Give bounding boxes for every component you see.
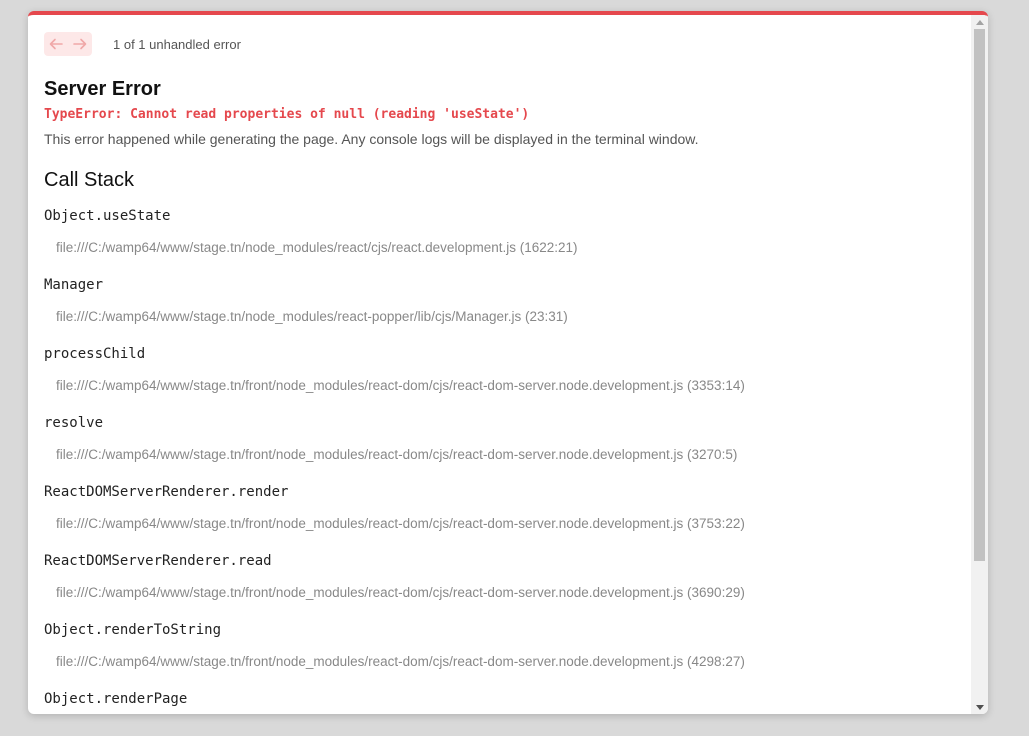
frame-file-link[interactable]: file:///C:/wamp64/www/stage.tn/front/nod… (56, 516, 745, 531)
vertical-scrollbar[interactable] (971, 15, 988, 714)
call-stack-frame: Object.renderPage (44, 691, 970, 714)
call-stack-list: Object.useState file:///C:/wamp64/www/st… (44, 208, 970, 714)
error-dialog: 1 of 1 unhandled error Server Error Type… (28, 11, 988, 714)
call-stack-title: Call Stack (44, 169, 135, 191)
scroll-down-button[interactable] (971, 700, 988, 714)
scrollbar-thumb[interactable] (974, 29, 985, 561)
frame-function: Object.useState (44, 208, 171, 224)
frame-function: processChild (44, 346, 146, 362)
frame-function: Manager (44, 277, 104, 293)
frame-file-link[interactable]: file:///C:/wamp64/www/stage.tn/front/nod… (56, 378, 745, 393)
frame-file-link[interactable]: file:///C:/wamp64/www/stage.tn/front/nod… (56, 585, 745, 600)
next-error-button[interactable] (68, 32, 92, 56)
error-navigation: 1 of 1 unhandled error (44, 32, 241, 56)
call-stack-frame: Object.useState file:///C:/wamp64/www/st… (44, 208, 970, 277)
frame-function: ReactDOMServerRenderer.read (44, 553, 272, 569)
error-title: Server Error (44, 78, 161, 100)
frame-file-link[interactable]: file:///C:/wamp64/www/stage.tn/front/nod… (56, 654, 745, 669)
error-message: TypeError: Cannot read properties of nul… (44, 107, 530, 122)
error-count: 1 of 1 unhandled error (113, 36, 241, 52)
call-stack-frame: ReactDOMServerRenderer.read file:///C:/w… (44, 553, 970, 622)
frame-function: Object.renderPage (44, 691, 188, 707)
triangle-down-icon (975, 704, 984, 710)
frame-function: ReactDOMServerRenderer.render (44, 484, 289, 500)
error-description: This error happened while generating the… (44, 131, 699, 147)
frame-file-link[interactable]: file:///C:/wamp64/www/stage.tn/front/nod… (56, 447, 737, 462)
call-stack-frame: processChild file:///C:/wamp64/www/stage… (44, 346, 970, 415)
scroll-up-button[interactable] (971, 15, 988, 29)
backdrop: 1 of 1 unhandled error Server Error Type… (0, 0, 1029, 736)
call-stack-frame: resolve file:///C:/wamp64/www/stage.tn/f… (44, 415, 970, 484)
arrow-right-icon (73, 38, 87, 50)
frame-function: Object.renderToString (44, 622, 222, 638)
call-stack-frame: ReactDOMServerRenderer.render file:///C:… (44, 484, 970, 553)
frame-file-link[interactable]: file:///C:/wamp64/www/stage.tn/node_modu… (56, 240, 578, 255)
call-stack-frame: Manager file:///C:/wamp64/www/stage.tn/n… (44, 277, 970, 346)
triangle-up-icon (975, 19, 984, 25)
frame-function: resolve (44, 415, 104, 431)
call-stack-frame: Object.renderToString file:///C:/wamp64/… (44, 622, 970, 691)
frame-file-link[interactable]: file:///C:/wamp64/www/stage.tn/node_modu… (56, 309, 568, 324)
dialog-content: 1 of 1 unhandled error Server Error Type… (44, 15, 970, 714)
previous-error-button[interactable] (44, 32, 68, 56)
arrow-left-icon (49, 38, 63, 50)
